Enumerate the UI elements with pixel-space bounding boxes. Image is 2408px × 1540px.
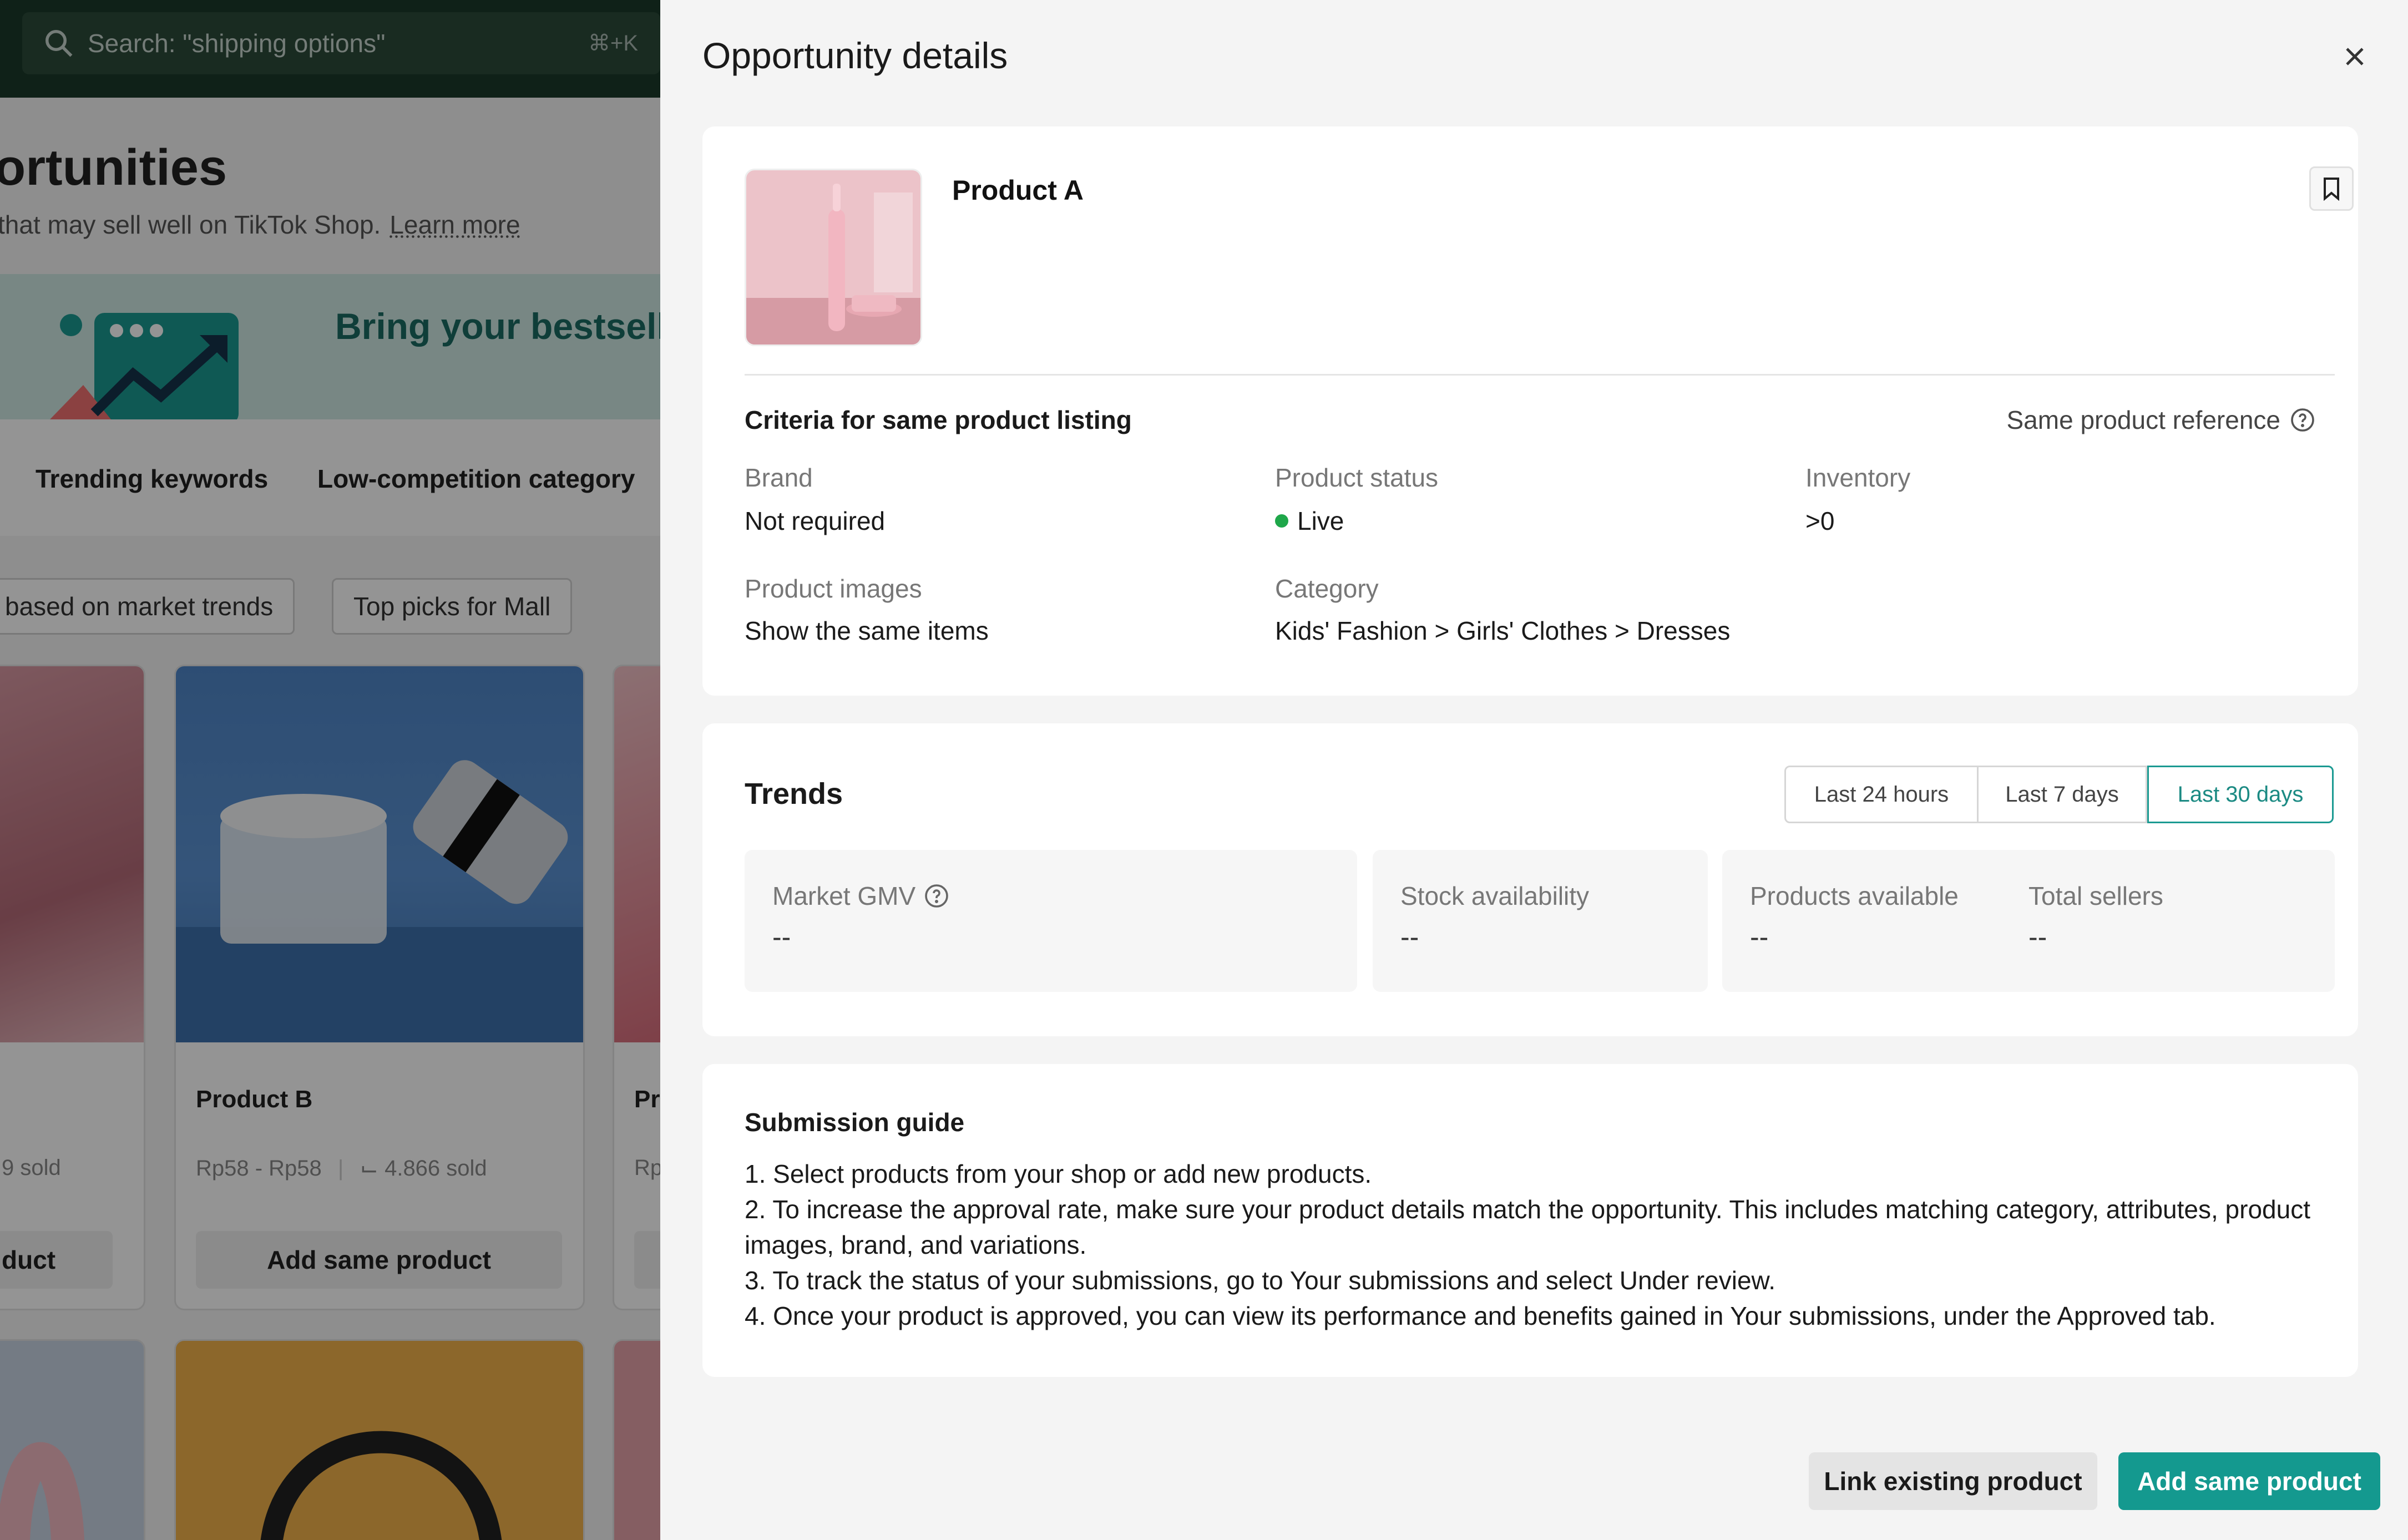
products-available-label: Products available [1750,882,1959,910]
products-available-value: -- [1750,921,1769,953]
stock-value: -- [1400,921,1419,953]
link-existing-product-button[interactable]: Link existing product [1809,1452,2097,1510]
toothbrush-image [746,170,920,345]
time-range-selector: Last 24 hours Last 7 days Last 30 days [1784,766,2334,823]
stock-label: Stock availability [1400,882,1590,910]
products-sellers-stat: Products available -- Total sellers -- [1722,850,2335,992]
product-criteria-panel: Product A Criteria for same product list… [702,126,2358,696]
stock-availability-stat: Stock availability -- [1373,850,1708,992]
reference-link-label: Same product reference [2006,406,2281,434]
category-label: Category [1275,574,1379,603]
market-gmv-stat: Market GMV -- [745,850,1357,992]
trends-panel: Trends Last 24 hours Last 7 days Last 30… [702,723,2358,1036]
help-icon[interactable] [923,883,950,909]
inventory-label: Inventory [1805,463,1911,492]
guide-step: 3. To track the status of your submissio… [745,1266,1775,1295]
trends-title: Trends [745,777,843,810]
status-value-text: Live [1297,506,1344,535]
help-icon [2291,408,2314,432]
total-sellers-label: Total sellers [2028,882,2163,910]
submission-guide-steps: 1. Select products from your shop or add… [745,1156,2331,1334]
range-7-days[interactable]: Last 7 days [1979,766,2147,823]
guide-step: 2. To increase the approval rate, make s… [745,1195,2310,1259]
opportunity-details-drawer: Opportunity details Product A Criteria f… [660,0,2408,1540]
range-30-days[interactable]: Last 30 days [2147,766,2334,823]
add-same-product-button[interactable]: Add same product [2118,1452,2380,1510]
submission-guide-title: Submission guide [745,1108,965,1137]
product-thumbnail [745,169,922,346]
total-sellers-value: -- [2028,921,2047,953]
market-gmv-label-text: Market GMV [772,882,916,910]
market-gmv-value: -- [772,921,791,953]
criteria-title: Criteria for same product listing [745,406,1132,434]
brand-value: Not required [745,506,886,535]
submission-guide-panel: Submission guide 1. Select products from… [702,1064,2358,1377]
category-value: Kids' Fashion > Girls' Clothes > Dresses [1275,616,1731,645]
same-product-reference-link[interactable]: Same product reference [2007,405,2316,435]
close-icon[interactable] [2341,43,2368,70]
bookmark-icon [2324,178,2339,201]
background-page: Search: "shipping options" ⌘+K ortunitie… [0,0,660,1540]
status-value: Live [1275,506,1344,536]
brand-label: Brand [745,463,813,492]
images-label: Product images [745,574,922,603]
guide-step: 1. Select products from your shop or add… [745,1159,1372,1188]
market-gmv-label: Market GMV [772,881,950,911]
modal-backdrop[interactable] [0,0,660,1540]
drawer-title: Opportunity details [702,35,1008,76]
inventory-value: >0 [1805,506,1835,535]
images-value: Show the same items [745,616,989,645]
divider [745,374,2335,376]
range-24-hours[interactable]: Last 24 hours [1784,766,1979,823]
bookmark-button[interactable] [2309,166,2354,211]
product-name: Product A [952,175,1084,206]
status-label: Product status [1275,463,1439,492]
live-status-dot [1275,514,1288,528]
guide-step: 4. Once your product is approved, you ca… [745,1301,2216,1330]
